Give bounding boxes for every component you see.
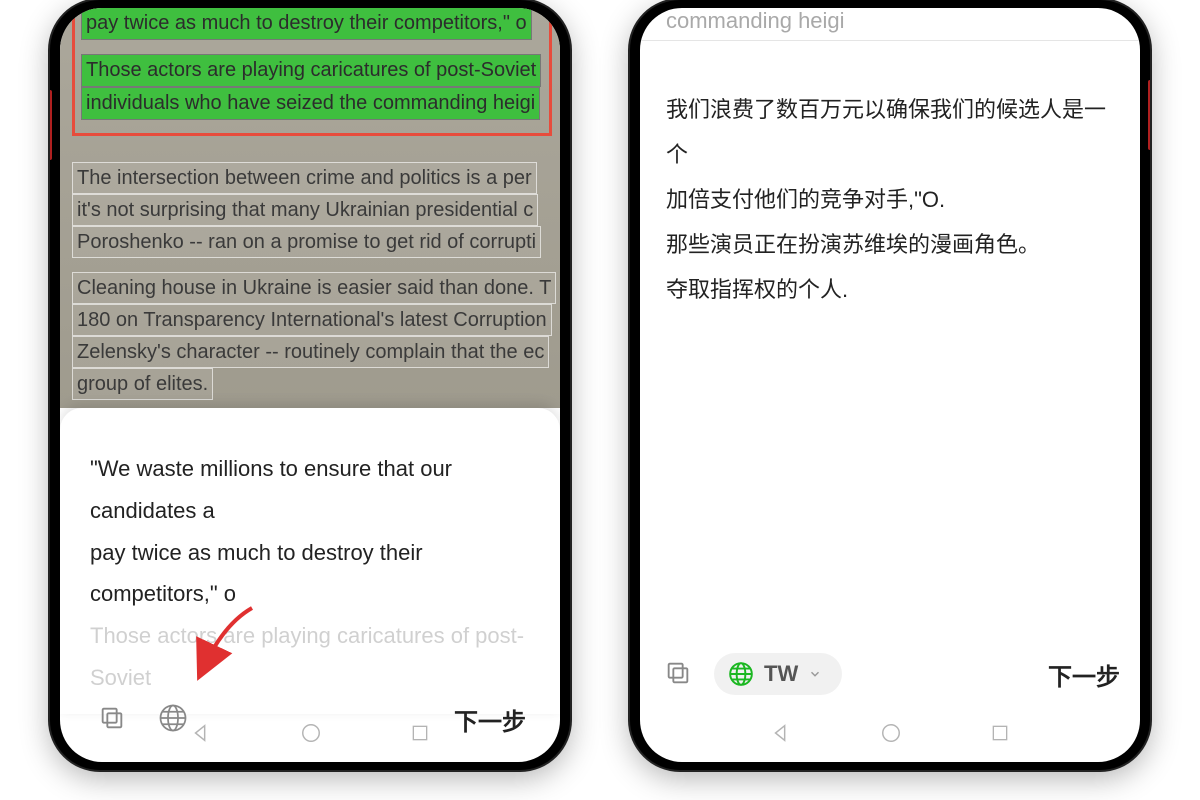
translated-line: 那些演员正在扮演苏维埃的漫画角色。 — [666, 222, 1114, 267]
nav-home-button[interactable] — [296, 718, 326, 751]
recognized-line: pay twice as much to destroy their compe… — [90, 532, 530, 616]
square-recent-icon — [990, 723, 1010, 743]
translated-text: 我们浪费了数百万元以确保我们的候选人是一个 加倍支付他们的竞争对手,"O. 那些… — [640, 41, 1140, 312]
globe-icon — [728, 661, 754, 687]
phone-side-button — [50, 90, 52, 160]
copy-icon — [664, 659, 692, 687]
highlighted-line[interactable]: Those actors are playing caricatures of … — [81, 54, 541, 87]
language-selector[interactable]: TW — [714, 653, 842, 695]
nav-recent-button[interactable] — [406, 719, 434, 750]
screen: pay twice as much to destroy their compe… — [60, 8, 560, 762]
ocr-line[interactable]: Zelensky's character -- routinely compla… — [72, 336, 549, 368]
ocr-line[interactable]: Poroshenko -- ran on a promise to get ri… — [72, 226, 541, 258]
triangle-back-icon — [770, 722, 792, 744]
camera-scan-area: pay twice as much to destroy their compe… — [60, 8, 560, 408]
android-nav-bar — [640, 712, 1140, 756]
triangle-back-icon — [190, 722, 212, 744]
selection-highlight-box: pay twice as much to destroy their compe… — [72, 8, 552, 136]
recognized-line-faded: Those actors are playing caricatures of … — [90, 615, 530, 699]
nav-home-button[interactable] — [876, 718, 906, 751]
nav-back-button[interactable] — [186, 718, 216, 751]
next-button[interactable]: 下一步 — [1048, 657, 1120, 692]
circle-home-icon — [300, 722, 322, 744]
recognized-text: "We waste millions to ensure that our ca… — [90, 448, 530, 699]
ocr-line[interactable]: The intersection between crime and polit… — [72, 162, 537, 194]
recognized-text-sheet: "We waste millions to ensure that our ca… — [60, 408, 560, 714]
nav-back-button[interactable] — [766, 718, 796, 751]
phone-right: commanding heigi 我们浪费了数百万元以确保我们的候选人是一个 加… — [630, 0, 1150, 770]
circle-home-icon — [880, 722, 902, 744]
highlighted-line[interactable]: pay twice as much to destroy their compe… — [81, 8, 532, 40]
phone-left: pay twice as much to destroy their compe… — [50, 0, 570, 770]
translated-line: 我们浪费了数百万元以确保我们的候选人是一个 — [666, 87, 1114, 177]
source-text-hint: commanding heigi — [640, 8, 1140, 40]
translated-line: 夺取指挥权的个人. — [666, 267, 1114, 312]
highlighted-line[interactable]: individuals who have seized the commandi… — [81, 87, 540, 120]
sheet-toolbar: TW 下一步 — [660, 646, 1120, 702]
ocr-line[interactable]: it's not surprising that many Ukrainian … — [72, 194, 538, 226]
android-nav-bar — [60, 712, 560, 756]
recognized-line: "We waste millions to ensure that our ca… — [90, 448, 530, 532]
translated-line: 加倍支付他们的竞争对手,"O. — [666, 177, 1114, 222]
ocr-line[interactable]: group of elites. — [72, 368, 213, 400]
language-label: TW — [764, 661, 798, 687]
ocr-line[interactable]: 180 on Transparency International's late… — [72, 304, 552, 336]
screen: commanding heigi 我们浪费了数百万元以确保我们的候选人是一个 加… — [640, 8, 1140, 762]
nav-recent-button[interactable] — [986, 719, 1014, 750]
square-recent-icon — [410, 723, 430, 743]
copy-button[interactable] — [660, 655, 696, 694]
chevron-down-icon — [808, 667, 822, 681]
ocr-line[interactable]: Cleaning house in Ukraine is easier said… — [72, 272, 556, 304]
phone-side-button — [1148, 80, 1150, 150]
